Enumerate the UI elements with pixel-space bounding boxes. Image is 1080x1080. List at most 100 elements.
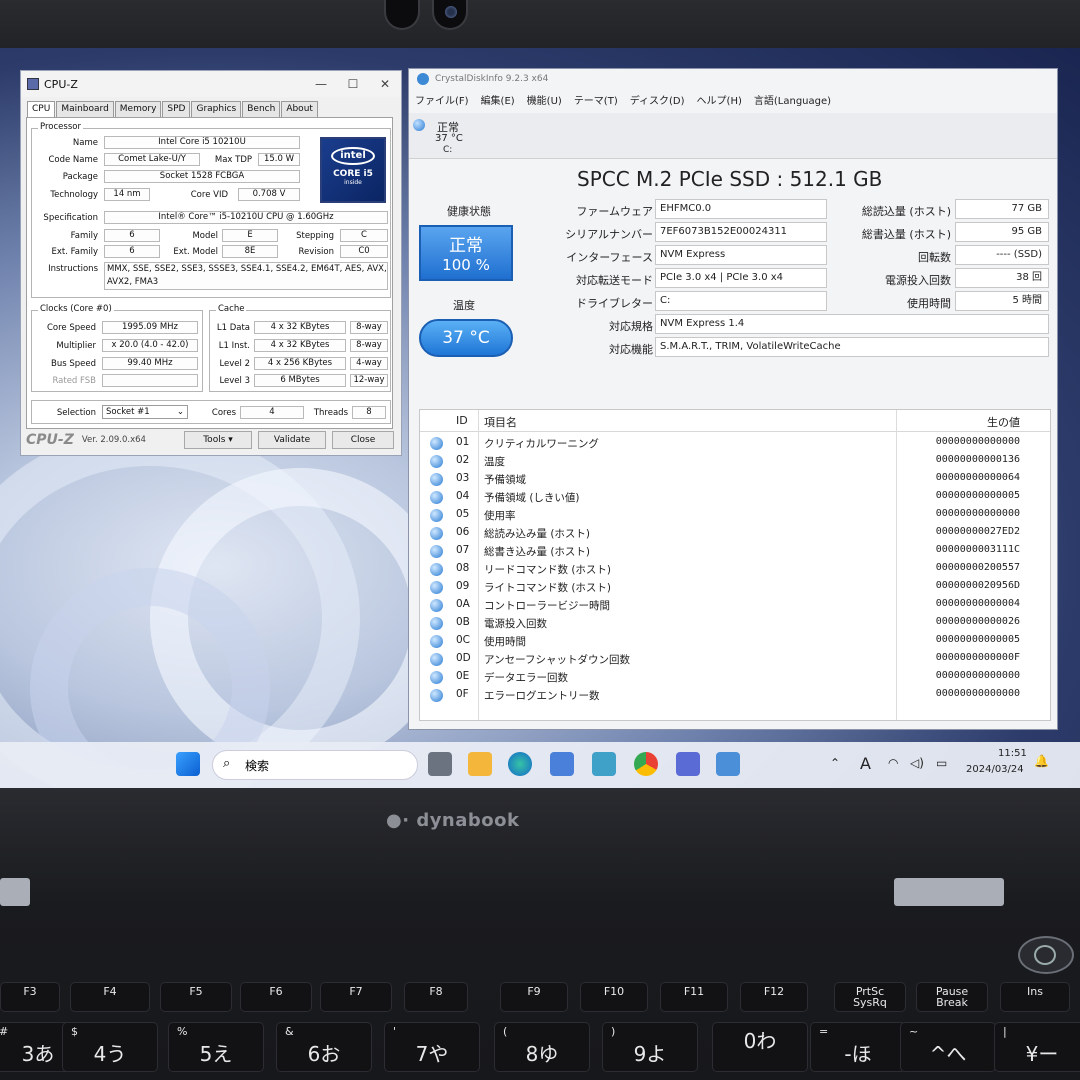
validate-button[interactable]: Validate [258,431,326,449]
smart-row[interactable]: 0F エラーログエントリー数 00000000000000 [420,686,1050,704]
tools-button[interactable]: Tools ▾ [184,431,252,449]
key-fn[interactable]: Ins [1000,982,1070,1012]
key-fn[interactable]: F5 [160,982,232,1012]
key-top-label: F6 [269,985,283,998]
tab-spd[interactable]: SPD [162,101,191,117]
key-fn[interactable]: F12 [740,982,808,1012]
notification-bell-icon[interactable]: 🔔 [1034,754,1049,768]
smart-row[interactable]: 0A コントローラービジー時間 00000000000004 [420,596,1050,614]
corevid-value: 0.708 V [238,188,300,201]
menu-theme[interactable]: テーマ(T) [574,92,618,107]
chrome-icon[interactable] [634,752,658,776]
key-fn[interactable]: F6 [240,982,312,1012]
temperature-box[interactable]: 37 °C [419,319,513,357]
clock-date[interactable]: 2024/03/24 [966,764,1024,775]
key-fn[interactable]: F4 [70,982,150,1012]
menu-language[interactable]: 言語(Language) [754,92,831,107]
cdi-titlebar[interactable]: CrystalDiskInfo 9.2.3 x64 [409,69,1057,89]
key-number[interactable]: ~ ^へ [900,1022,996,1072]
smart-row[interactable]: 0B 電源投入回数 00000000000026 [420,614,1050,632]
smart-row[interactable]: 09 ライトコマンド数 (ホスト) 0000000020956D [420,578,1050,596]
key-fn[interactable]: F11 [660,982,728,1012]
tab-memory[interactable]: Memory [114,101,162,117]
tab-mainboard[interactable]: Mainboard [56,101,114,117]
cpuz-titlebar[interactable]: CPU-Z — ☐ ✕ [21,71,401,97]
tab-about[interactable]: About [281,101,318,117]
smart-col-raw[interactable]: 生の値 [987,414,1020,430]
task-view-icon[interactable] [428,752,452,776]
ime-indicator[interactable]: A [860,754,871,773]
menu-edit[interactable]: 編集(E) [481,92,515,107]
key-number[interactable]: $4う [62,1022,158,1072]
smart-row[interactable]: 04 予備領域 (しきい値) 00000000000005 [420,488,1050,506]
socket-select[interactable]: Socket #1 ⌄ [102,405,188,419]
health-status-box[interactable]: 正常 100 % [419,225,513,281]
key-number[interactable]: ' 7や [384,1022,480,1072]
smart-raw: 0000000003111C [935,544,1020,555]
standard-value: NVM Express 1.4 [655,314,1049,334]
crystaldiskinfo-taskbar-icon[interactable] [716,752,740,776]
key-number[interactable]: % 5え [168,1022,264,1072]
smart-name: 使用率 [484,510,516,522]
chevron-up-icon[interactable]: ⌃ [830,756,840,770]
file-explorer-icon[interactable] [468,752,492,776]
close-button[interactable]: Close [332,431,394,449]
settings-icon[interactable] [592,752,616,776]
key-top-label: = [819,1025,829,1038]
smart-raw: 00000000000005 [935,490,1020,501]
key-number[interactable]: = -ほ [810,1022,906,1072]
tab-graphics[interactable]: Graphics [191,101,242,117]
smart-row[interactable]: 0C 使用時間 00000000000005 [420,632,1050,650]
volume-icon[interactable]: ◁) [910,756,924,770]
smart-row[interactable]: 07 総書き込み量 (ホスト) 0000000003111C [420,542,1050,560]
power-button[interactable] [1018,936,1074,974]
menu-disk[interactable]: ディスク(D) [630,92,685,107]
key-fn[interactable]: Pause Break [916,982,988,1012]
key-fn[interactable]: F7 [320,982,392,1012]
smart-row[interactable]: 06 総読み込み量 (ホスト) 00000000027ED2 [420,524,1050,542]
smart-row[interactable]: 0E データエラー回数 00000000000000 [420,668,1050,686]
key-fn[interactable]: F10 [580,982,648,1012]
wifi-icon[interactable]: ◠ [888,756,898,770]
smart-row[interactable]: 03 予備領域 00000000000064 [420,470,1050,488]
key-fn[interactable]: F3 [0,982,60,1012]
smart-row[interactable]: 08 リードコマンド数 (ホスト) 00000000200557 [420,560,1050,578]
smart-row[interactable]: 02 温度 00000000000136 [420,452,1050,470]
smart-col-item[interactable]: 項目名 [484,414,517,430]
tab-bench[interactable]: Bench [242,101,281,117]
menu-function[interactable]: 機能(U) [527,92,562,107]
level3-value: 6 MBytes [254,374,346,387]
key-fn[interactable]: PrtSc SysRq [834,982,906,1012]
key-number[interactable]: (8ゆ [494,1022,590,1072]
clock-time[interactable]: 11:51 [998,748,1027,759]
tab-cpu[interactable]: CPU [27,101,56,117]
smart-row[interactable]: 0D アンセーフシャットダウン回数 0000000000000F [420,650,1050,668]
taskbar-search[interactable]: ⌕ 検索 [212,750,418,780]
cpuz-taskbar-icon[interactable] [676,752,700,776]
key-number[interactable]: & 6お [276,1022,372,1072]
key-number[interactable]: | ¥ー [994,1022,1080,1072]
firmware-value: EHFMC0.0 [655,199,827,219]
smart-col-id[interactable]: ID [456,414,468,427]
smart-row[interactable]: 01 クリティカルワーニング 00000000000000 [420,434,1050,452]
key-top-label: F4 [103,985,117,998]
start-icon[interactable] [176,752,200,776]
close-icon[interactable]: ✕ [369,77,401,91]
processor-group-label: Processor [38,122,83,132]
minimize-icon[interactable]: — [305,77,337,91]
edge-icon[interactable] [508,752,532,776]
smart-row[interactable]: 05 使用率 00000000000000 [420,506,1050,524]
l1-data-value: 4 x 32 KBytes [254,321,346,334]
key-number[interactable]: ) 9よ [602,1022,698,1072]
maximize-icon[interactable]: ☐ [337,77,369,91]
menu-help[interactable]: ヘルプ(H) [697,92,742,107]
key-fn[interactable]: F9 [500,982,568,1012]
key-number[interactable]: 0わ [712,1022,808,1072]
menu-file[interactable]: ファイル(F) [415,92,469,107]
smart-status-icon [430,437,443,450]
key-fn[interactable]: F8 [404,982,468,1012]
battery-icon[interactable]: ▭ [936,756,947,770]
cpuz-title: CPU-Z [44,77,78,91]
store-icon[interactable] [550,752,574,776]
drive-selector[interactable]: 正常 37 °C C: [409,113,1057,159]
